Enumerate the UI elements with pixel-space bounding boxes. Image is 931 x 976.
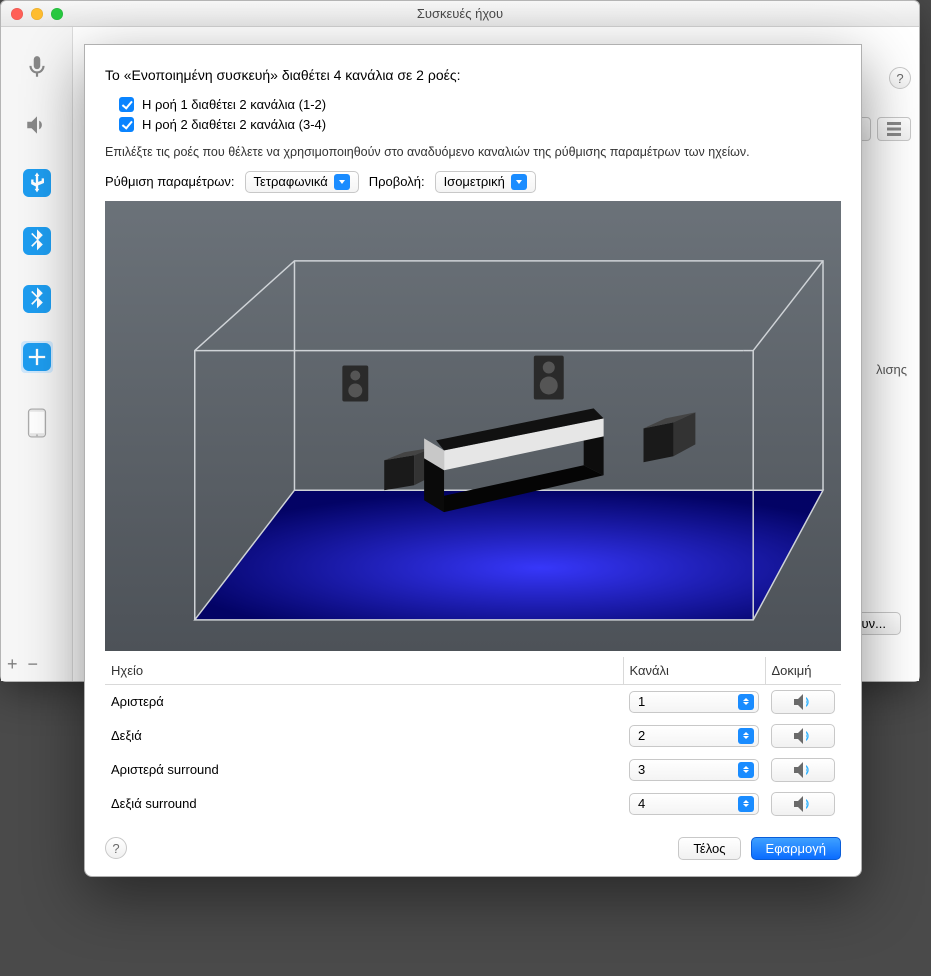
stream-2-row: Η ροή 2 διαθέτει 2 κανάλια (3-4) xyxy=(119,117,841,132)
iphone-device-icon[interactable] xyxy=(21,407,53,439)
bluetooth-device-1-icon[interactable] xyxy=(21,225,53,257)
stream-1-checkbox[interactable] xyxy=(119,97,134,112)
col-channel: Κανάλι xyxy=(623,657,765,685)
table-row: Δεξιά surround 4 xyxy=(105,787,841,821)
room-3d-viewport[interactable] xyxy=(105,201,841,651)
col-speaker: Ηχείο xyxy=(105,657,623,685)
channel-select[interactable]: 4 xyxy=(629,793,759,815)
table-row: Αριστερά surround 3 xyxy=(105,753,841,787)
close-icon[interactable] xyxy=(11,8,23,20)
view-label: Προβολή: xyxy=(369,174,425,189)
apply-button[interactable]: Εφαρμογή xyxy=(751,837,841,860)
help-icon[interactable]: ? xyxy=(889,67,911,89)
zoom-icon[interactable] xyxy=(51,8,63,20)
stream-2-label: Η ροή 2 διαθέτει 2 κανάλια (3-4) xyxy=(142,117,326,132)
remove-device-button[interactable]: − xyxy=(28,654,39,675)
stream-2-checkbox[interactable] xyxy=(119,117,134,132)
channel-select[interactable]: 2 xyxy=(629,725,759,747)
stream-1-row: Η ροή 1 διαθέτει 2 κανάλια (1-2) xyxy=(119,97,841,112)
config-row: Ρύθμιση παραμέτρων: Τετραφωνικά Προβολή:… xyxy=(105,171,841,193)
microphone-icon[interactable] xyxy=(21,51,53,83)
view-popup[interactable]: Ισομετρική xyxy=(435,171,536,193)
titlebar: Συσκευές ήχου xyxy=(1,1,919,27)
test-button[interactable] xyxy=(771,758,835,782)
usb-device-icon[interactable] xyxy=(21,167,53,199)
add-device-button[interactable]: + xyxy=(7,654,18,675)
bg-fragment-1: λισης xyxy=(876,362,907,377)
sheet-note: Επιλέξτε τις ροές που θέλετε να χρησιμοπ… xyxy=(105,144,841,161)
config-value: Τετραφωνικά xyxy=(254,174,328,189)
traffic-lights xyxy=(11,8,63,20)
sheet-footer: ? Τέλος Εφαρμογή xyxy=(105,837,841,860)
stream-1-label: Η ροή 1 διαθέτει 2 κανάλια (1-2) xyxy=(142,97,326,112)
device-sidebar: + − xyxy=(1,27,73,681)
stepper-icon xyxy=(738,762,754,778)
help-icon[interactable]: ? xyxy=(105,837,127,859)
speaker-name: Αριστερά surround xyxy=(105,753,623,787)
channel-select[interactable]: 1 xyxy=(629,691,759,713)
stepper-icon xyxy=(738,728,754,744)
speaker-name: Δεξιά surround xyxy=(105,787,623,821)
view-value: Ισομετρική xyxy=(444,174,505,189)
chevron-down-icon xyxy=(334,174,350,190)
sheet-header: Το «Ενοποιημένη συσκευή» διαθέτει 4 κανά… xyxy=(105,67,841,83)
channel-select[interactable]: 3 xyxy=(629,759,759,781)
config-popup[interactable]: Τετραφωνικά xyxy=(245,171,359,193)
sidebar-footer: + − xyxy=(7,654,38,675)
stepper-icon xyxy=(738,694,754,710)
test-button[interactable] xyxy=(771,792,835,816)
speaker-configuration-sheet: Το «Ενοποιημένη συσκευή» διαθέτει 4 κανά… xyxy=(84,44,862,877)
aggregate-device-icon[interactable] xyxy=(21,341,53,373)
bluetooth-device-2-icon[interactable] xyxy=(21,283,53,315)
test-button[interactable] xyxy=(771,690,835,714)
test-button[interactable] xyxy=(771,724,835,748)
speaker-output-icon[interactable] xyxy=(21,109,53,141)
speaker-name: Αριστερά xyxy=(105,684,623,719)
table-row: Δεξιά 2 xyxy=(105,719,841,753)
minimize-icon[interactable] xyxy=(31,8,43,20)
col-test: Δοκιμή xyxy=(765,657,841,685)
window-title: Συσκευές ήχου xyxy=(1,6,919,21)
table-row: Αριστερά 1 xyxy=(105,684,841,719)
stepper-icon xyxy=(738,796,754,812)
speaker-name: Δεξιά xyxy=(105,719,623,753)
config-label: Ρύθμιση παραμέτρων: xyxy=(105,174,235,189)
chevron-down-icon xyxy=(511,174,527,190)
list-view-icon[interactable] xyxy=(877,117,911,141)
speaker-table: Ηχείο Κανάλι Δοκιμή Αριστερά 1 Δεξιά 2 Α… xyxy=(105,657,841,821)
done-button[interactable]: Τέλος xyxy=(678,837,740,860)
